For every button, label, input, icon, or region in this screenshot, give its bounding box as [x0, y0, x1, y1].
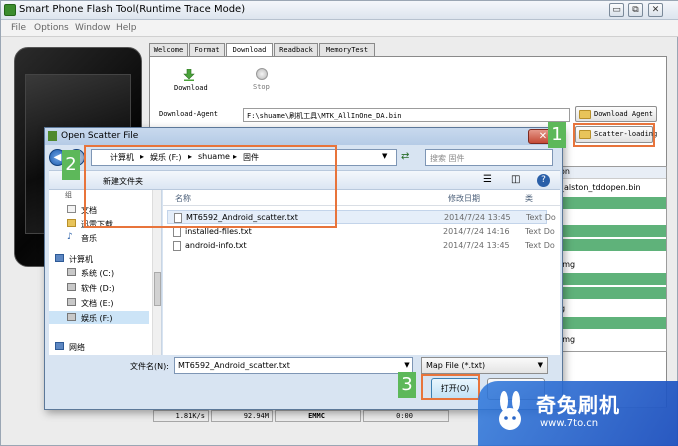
list-item[interactable]: img: [558, 335, 666, 347]
file-type: Text Do: [525, 241, 555, 250]
drive-icon: [67, 268, 76, 276]
list-item[interactable]: [558, 317, 666, 329]
download-agent-path[interactable]: F:\shuame\刷机工具\MTK_AllInOne_DA.bin: [243, 108, 570, 122]
filetype-value: Map File (*.txt): [426, 361, 486, 370]
download-agent-button[interactable]: Download Agent: [575, 106, 657, 122]
restore-button[interactable]: ⧉: [628, 3, 643, 17]
list-item[interactable]: [558, 197, 666, 209]
tab-welcome[interactable]: Welcome: [149, 43, 188, 57]
file-date: 2014/7/24 13:45: [444, 213, 511, 222]
help-icon[interactable]: ?: [537, 174, 550, 187]
nav-item-drive-d[interactable]: 软件 (D:): [49, 281, 149, 294]
step-1-badge: 1: [548, 122, 566, 148]
watermark-url: www.7to.cn: [540, 418, 599, 429]
dialog-title-bar: Open Scatter File ✕: [45, 128, 562, 145]
title-bar: Smart Phone Flash Tool(Runtime Trace Mod…: [1, 1, 678, 20]
text-file-icon: [173, 241, 181, 251]
preview-pane-icon[interactable]: ◫: [511, 174, 520, 185]
file-name: installed-files.txt: [185, 227, 252, 236]
dialog-title: Open Scatter File: [61, 131, 139, 141]
column-date[interactable]: 修改日期: [448, 193, 480, 204]
nav-scroll-thumb[interactable]: [154, 272, 161, 306]
rabbit-logo-icon: [499, 391, 521, 430]
download-label[interactable]: Download: [174, 84, 208, 92]
app-title: Smart Phone Flash Tool(Runtime Trace Mod…: [19, 4, 246, 15]
text-file-icon: [173, 227, 181, 237]
document-icon: [67, 205, 76, 213]
view-options-icon[interactable]: ☰: [483, 174, 492, 185]
download-icon[interactable]: [183, 69, 195, 81]
filetype-select[interactable]: Map File (*.txt) ▼: [421, 357, 548, 374]
status-time: 0:00: [363, 410, 449, 422]
computer-icon: [55, 254, 64, 262]
nav-item-drive-c[interactable]: 系统 (C:): [49, 266, 149, 279]
column-type[interactable]: 类: [525, 193, 533, 204]
filename-dropdown-icon[interactable]: ▼: [402, 358, 412, 373]
close-button[interactable]: ✕: [648, 3, 663, 17]
list-item[interactable]: [558, 287, 666, 299]
file-date: 2014/7/24 13:45: [443, 241, 510, 250]
address-highlight: [84, 145, 337, 228]
drive-icon: [67, 298, 76, 306]
watermark-text: 奇兔刷机: [536, 393, 620, 417]
minimize-button[interactable]: ▭: [609, 3, 624, 17]
list-item[interactable]: [558, 239, 666, 251]
list-item[interactable]: g: [558, 304, 666, 316]
menu-file[interactable]: File: [11, 23, 26, 33]
file-name: android-info.txt: [185, 241, 247, 250]
list-item[interactable]: [558, 211, 666, 223]
stop-label[interactable]: Stop: [253, 83, 270, 91]
nav-item-computer[interactable]: 计算机: [49, 252, 149, 265]
status-size: 92.94M: [211, 410, 273, 422]
nav-item-network[interactable]: 网络: [49, 340, 149, 353]
table-row[interactable]: android-info.txt 2014/7/24 13:45 Text Do: [167, 239, 555, 253]
list-item[interactable]: img: [558, 260, 666, 272]
step-3-badge: 3: [398, 372, 416, 398]
tab-readback[interactable]: Readback: [274, 43, 318, 57]
nav-item-drive-f[interactable]: 娱乐 (F:): [49, 311, 149, 324]
folder-icon: [67, 219, 76, 227]
app-icon: [4, 4, 16, 16]
folder-icon: [579, 110, 591, 119]
drive-icon: [67, 313, 76, 321]
step-2-badge: 2: [62, 150, 80, 180]
status-storage: EMMC: [275, 410, 361, 422]
nav-item-drive-e[interactable]: 文档 (E:): [49, 296, 149, 309]
chevron-down-icon: ▼: [537, 361, 543, 369]
search-input[interactable]: 搜索 固件: [425, 149, 553, 166]
menu-bar: File Options Window Help: [1, 20, 678, 37]
address-dropdown-icon[interactable]: ▼: [382, 152, 387, 160]
music-icon: ♪: [67, 232, 73, 242]
file-type: Text Do: [525, 227, 555, 236]
tab-memorytest[interactable]: MemoryTest: [319, 43, 375, 57]
drive-icon: [67, 283, 76, 291]
menu-help[interactable]: Help: [116, 23, 137, 33]
tab-format[interactable]: Format: [189, 43, 225, 57]
partition-list: on _alston_tddopen.bin img g img: [557, 166, 667, 352]
menu-options[interactable]: Options: [34, 23, 69, 33]
nav-item-music[interactable]: ♪ 音乐: [49, 231, 149, 244]
status-speed: 1.81K/s: [153, 410, 209, 422]
menu-window[interactable]: Window: [75, 23, 111, 33]
file-type: Text Do: [526, 213, 556, 222]
download-agent-label: Download-Agent: [159, 110, 219, 118]
filename-label: 文件名(N):: [130, 362, 169, 371]
filename-input[interactable]: MT6592_Android_scatter.txt: [174, 357, 413, 374]
network-icon: [55, 342, 64, 350]
download-agent-button-label: Download Agent: [594, 110, 654, 118]
list-item[interactable]: [558, 273, 666, 285]
dialog-icon: [48, 131, 57, 141]
list-item[interactable]: _alston_tddopen.bin: [558, 183, 666, 195]
watermark: 奇兔刷机 www.7to.cn: [478, 381, 678, 446]
open-button-highlight: [421, 374, 480, 400]
list-item[interactable]: [558, 225, 666, 237]
stop-icon[interactable]: [256, 68, 268, 80]
partition-list-header: on: [558, 167, 666, 179]
scatter-button-highlight: [573, 123, 655, 147]
refresh-icon[interactable]: ⇄: [401, 151, 409, 162]
file-date: 2014/7/24 14:16: [443, 227, 510, 236]
